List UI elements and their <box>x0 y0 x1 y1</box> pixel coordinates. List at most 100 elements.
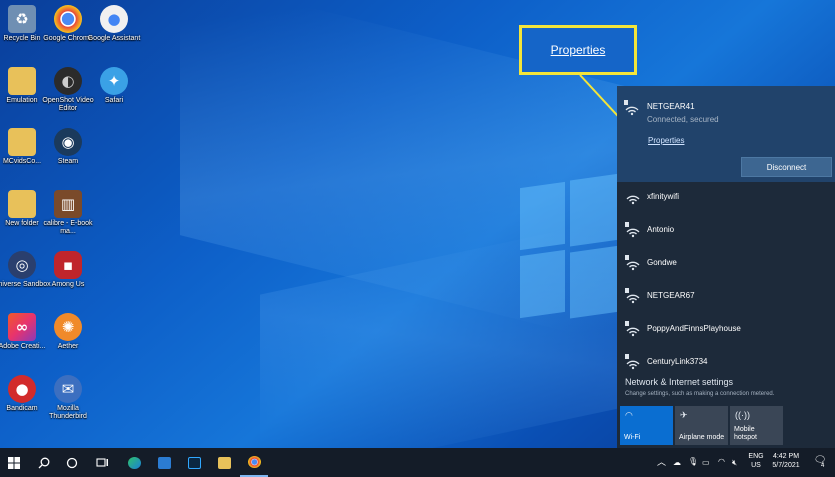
quick-action-label: Airplane mode <box>679 434 725 441</box>
chrome-icon <box>54 5 82 33</box>
wifi-secured-icon <box>624 100 639 116</box>
wifi-toggle[interactable]: ◠ Wi-Fi <box>620 406 673 445</box>
network-name: Antonio <box>647 225 675 234</box>
task-view-button[interactable] <box>88 448 116 477</box>
volume-muted-icon[interactable]: 🔇︎ <box>732 458 737 467</box>
folder-icon <box>8 190 36 218</box>
hotspot-icon: ((·)) <box>735 410 750 420</box>
language-indicator[interactable]: ENG US <box>746 452 766 470</box>
photoshop-icon <box>187 456 201 469</box>
network-settings-link[interactable]: Network & Internet settings <box>625 377 733 387</box>
task-view-icon <box>95 457 108 467</box>
airplane-icon: ✈ <box>680 410 688 420</box>
taskbar-edge[interactable] <box>120 448 148 477</box>
onedrive-icon[interactable]: ☁ <box>673 458 681 467</box>
action-center-button[interactable]: 🗨︎ 4 <box>812 455 828 470</box>
battery-icon[interactable]: ▭ <box>702 458 710 467</box>
wifi-secured-icon <box>625 222 640 238</box>
clock[interactable]: 4:42 PM 5/7/2021 <box>768 452 804 470</box>
folder-icon <box>8 67 36 95</box>
wifi-icon: ◠ <box>625 410 633 420</box>
network-row[interactable]: xfinitywifi <box>617 181 835 214</box>
network-row[interactable]: Gondwe <box>617 247 835 280</box>
active-network-status: Connected, secured <box>647 115 719 124</box>
calibre-icon: ▥ <box>54 190 82 218</box>
desktop-icon-label: Mozilla Thunderbird <box>49 405 87 420</box>
network-name: xfinitywifi <box>647 192 680 201</box>
taskbar-mail[interactable] <box>150 448 178 477</box>
desktop-icon-label: calibre - E-book ma... <box>43 220 93 235</box>
wifi-secured-icon <box>625 321 640 337</box>
wifi-secured-icon <box>625 255 640 271</box>
mobile-hotspot-toggle[interactable]: ((·)) Mobile hotspot <box>730 406 783 445</box>
desktop-icon-aether[interactable]: ✺ Aether <box>39 313 97 351</box>
desktop-icon-among-us[interactable]: ▪ Among Us <box>39 251 97 289</box>
desktop-icon-label: Safari <box>104 97 124 104</box>
desktop-icon-safari[interactable]: ✦ Safari <box>85 67 143 105</box>
desktop-icon-label: Among Us <box>51 281 85 288</box>
desktop-icon-thunderbird[interactable]: ✉ Mozilla Thunderbird <box>39 375 97 421</box>
desktop-icon-steam[interactable]: ◉ Steam <box>39 128 97 166</box>
region-code: US <box>751 462 761 469</box>
search-icon <box>38 457 50 468</box>
properties-link[interactable]: Properties <box>648 136 684 145</box>
network-name: CenturyLink3734 <box>647 357 708 366</box>
network-row[interactable]: Antonio <box>617 214 835 247</box>
aether-icon: ✺ <box>54 313 82 341</box>
taskbar-photoshop[interactable] <box>180 448 208 477</box>
desktop-icon-google-assistant[interactable]: ● Google Assistant <box>85 5 143 43</box>
quick-action-label: Wi-Fi <box>624 434 641 441</box>
network-tray-icon[interactable]: ◠ <box>718 457 725 466</box>
thunderbird-icon: ✉ <box>54 375 82 403</box>
wifi-secured-icon <box>625 354 640 370</box>
network-row[interactable]: NETGEAR67 <box>617 280 835 313</box>
steam-icon: ◉ <box>54 128 82 156</box>
taskbar: ︿ ☁ 🎙︎ ▭ ◠ 🔇︎ ENG US 4:42 PM 5/7/2021 🗨︎… <box>0 448 835 477</box>
taskbar-chrome[interactable] <box>240 448 268 477</box>
cortana-icon <box>66 457 78 468</box>
network-name: PoppyAndFinnsPlayhouse <box>647 324 741 333</box>
show-hidden-icons-chevron[interactable]: ︿ <box>657 458 666 467</box>
edge-icon <box>127 456 141 469</box>
network-settings-description: Change settings, such as making a connec… <box>625 391 775 397</box>
quick-action-label: Mobile hotspot <box>734 426 757 441</box>
network-name: Gondwe <box>647 258 677 267</box>
network-row[interactable]: CenturyLink3734 <box>617 346 835 379</box>
clock-time: 4:42 PM <box>772 453 800 460</box>
wifi-open-icon <box>626 195 640 205</box>
recycle-bin-icon: ♻ <box>8 5 36 33</box>
mail-icon <box>157 456 171 469</box>
notification-count-badge: 4 <box>821 463 825 469</box>
properties-callout: Properties <box>519 25 637 75</box>
adobe-cc-icon: ∞ <box>8 313 36 341</box>
search-button[interactable] <box>30 448 58 477</box>
active-network[interactable]: NETGEAR41 Connected, secured Properties … <box>617 86 835 182</box>
universe-sandbox-icon: ◎ <box>8 251 36 279</box>
microphone-icon[interactable]: 🎙︎ <box>688 457 698 466</box>
clock-date: 5/7/2021 <box>772 462 800 469</box>
network-row[interactable]: PoppyAndFinnsPlayhouse <box>617 313 835 346</box>
active-network-name: NETGEAR41 <box>647 102 695 111</box>
bandicam-icon: ● <box>8 375 36 403</box>
taskbar-file-explorer[interactable] <box>210 448 238 477</box>
folder-icon <box>8 128 36 156</box>
airplane-mode-toggle[interactable]: ✈ Airplane mode <box>675 406 728 445</box>
google-assistant-icon: ● <box>100 5 128 33</box>
disconnect-button[interactable]: Disconnect <box>741 157 832 177</box>
safari-icon: ✦ <box>100 67 128 95</box>
cortana-button[interactable] <box>58 448 86 477</box>
folder-icon <box>217 456 231 469</box>
among-us-icon: ▪ <box>54 251 82 279</box>
notification-icon: 🗨︎ <box>813 455 827 466</box>
start-button[interactable] <box>0 448 28 477</box>
network-name: NETGEAR67 <box>647 291 695 300</box>
desktop-icon-label: Google Assistant <box>87 35 141 42</box>
openshot-icon: ◐ <box>54 67 82 95</box>
windows-wallpaper-logo <box>520 173 620 325</box>
language-code: ENG <box>748 453 764 460</box>
desktop-icon-label: Steam <box>57 158 79 165</box>
callout-label: Properties <box>550 43 606 57</box>
chrome-icon <box>247 455 261 468</box>
wifi-flyout-panel: NETGEAR41 Connected, secured Properties … <box>617 86 835 448</box>
desktop-icon-calibre[interactable]: ▥ calibre - E-book ma... <box>39 190 97 236</box>
